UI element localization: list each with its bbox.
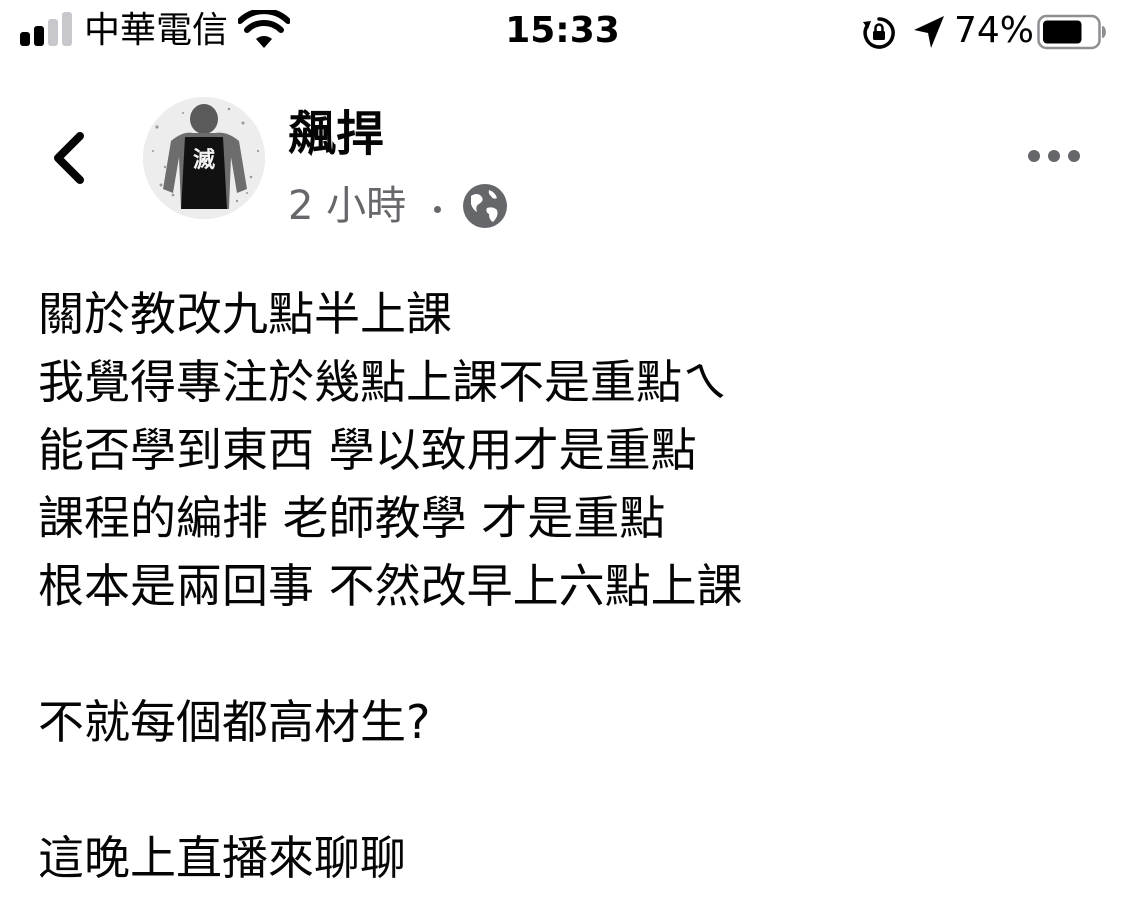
globe-icon	[463, 184, 508, 228]
post-text: 關於教改九點半上課 我覺得專注於幾點上課不是重點ㄟ 能否學到東西 學以致用才是重…	[38, 280, 1098, 892]
author-avatar[interactable]: 滅	[143, 97, 265, 219]
post-text-line: 課程的編排 老師教學 才是重點	[38, 491, 666, 545]
post-text-line: 不就每個都高材生?	[38, 695, 431, 749]
battery-percent: 74%	[954, 10, 1035, 51]
post-text-line: 我覺得專注於幾點上課不是重點ㄟ	[38, 355, 728, 409]
author-name[interactable]: 飆捍	[288, 104, 384, 164]
separator-dot	[434, 205, 442, 213]
post-text-blank-line	[38, 620, 1098, 688]
post-text-line: 這晚上直播來聊聊	[38, 831, 406, 885]
status-bar: 中華電信 15:33 74%	[0, 0, 1125, 66]
post-meta: 2 小時	[288, 178, 509, 234]
battery-icon	[1037, 14, 1106, 50]
svg-text:滅: 滅	[193, 148, 215, 173]
post-text-blank-line	[38, 756, 1098, 824]
chevron-left-icon	[54, 132, 84, 184]
more-options-button[interactable]	[1018, 130, 1090, 182]
post-timestamp[interactable]: 2 小時	[288, 178, 406, 234]
post-text-line: 能否學到東西 學以致用才是重點	[38, 423, 697, 477]
post-text-line: 根本是兩回事 不然改早上六點上課	[38, 559, 743, 613]
back-button[interactable]	[40, 118, 100, 198]
rotation-lock-icon	[863, 17, 895, 49]
avatar-photo: 滅	[143, 97, 265, 219]
location-arrow-icon	[914, 16, 944, 48]
post-text-line: 關於教改九點半上課	[38, 287, 452, 341]
